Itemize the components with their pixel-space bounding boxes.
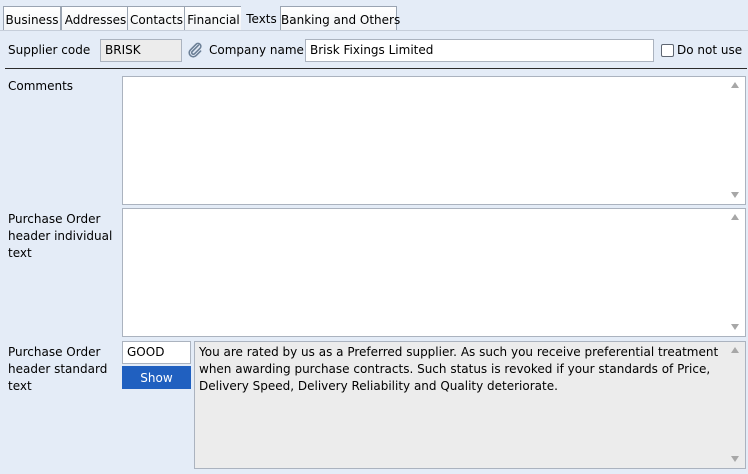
- company-name-field[interactable]: Brisk Fixings Limited: [305, 39, 654, 62]
- tab-contacts[interactable]: Contacts: [127, 6, 186, 31]
- tab-addresses[interactable]: Addresses: [61, 6, 130, 31]
- show-button[interactable]: Show: [122, 366, 191, 389]
- po-standard-label: Purchase Order header standard text: [8, 345, 108, 393]
- do-not-use-checkbox[interactable]: [661, 44, 674, 57]
- scroll-down-icon[interactable]: [731, 192, 739, 198]
- scroll-down-icon[interactable]: [731, 324, 739, 330]
- tab-financial[interactable]: Financial: [184, 6, 243, 31]
- comments-label: Comments: [8, 79, 74, 93]
- company-name-label: Company name: [209, 43, 304, 57]
- comments-textarea[interactable]: [122, 76, 746, 205]
- do-not-use-label[interactable]: Do not use: [677, 43, 742, 58]
- tab-banking-and-others[interactable]: Banking and Others: [280, 6, 400, 31]
- supplier-code-label: Supplier code: [8, 43, 91, 57]
- scroll-up-icon[interactable]: [731, 347, 739, 353]
- supplier-code-field[interactable]: BRISK: [100, 39, 182, 62]
- scroll-up-icon[interactable]: [731, 82, 739, 88]
- po-standard-textarea[interactable]: You are rated by us as a Preferred suppl…: [194, 341, 746, 469]
- scroll-up-icon[interactable]: [731, 214, 739, 220]
- po-standard-code-field[interactable]: GOOD: [122, 341, 191, 364]
- tab-business[interactable]: Business: [3, 6, 61, 31]
- scroll-down-icon[interactable]: [731, 456, 739, 462]
- header-divider: [5, 68, 747, 69]
- paperclip-icon[interactable]: [187, 42, 203, 58]
- po-standard-text: You are rated by us as a Preferred suppl…: [199, 345, 719, 393]
- po-individual-textarea[interactable]: [122, 208, 746, 337]
- po-individual-label: Purchase Order header individual text: [8, 212, 113, 260]
- tab-baseline: [0, 30, 748, 31]
- tab-texts[interactable]: Texts: [241, 6, 282, 31]
